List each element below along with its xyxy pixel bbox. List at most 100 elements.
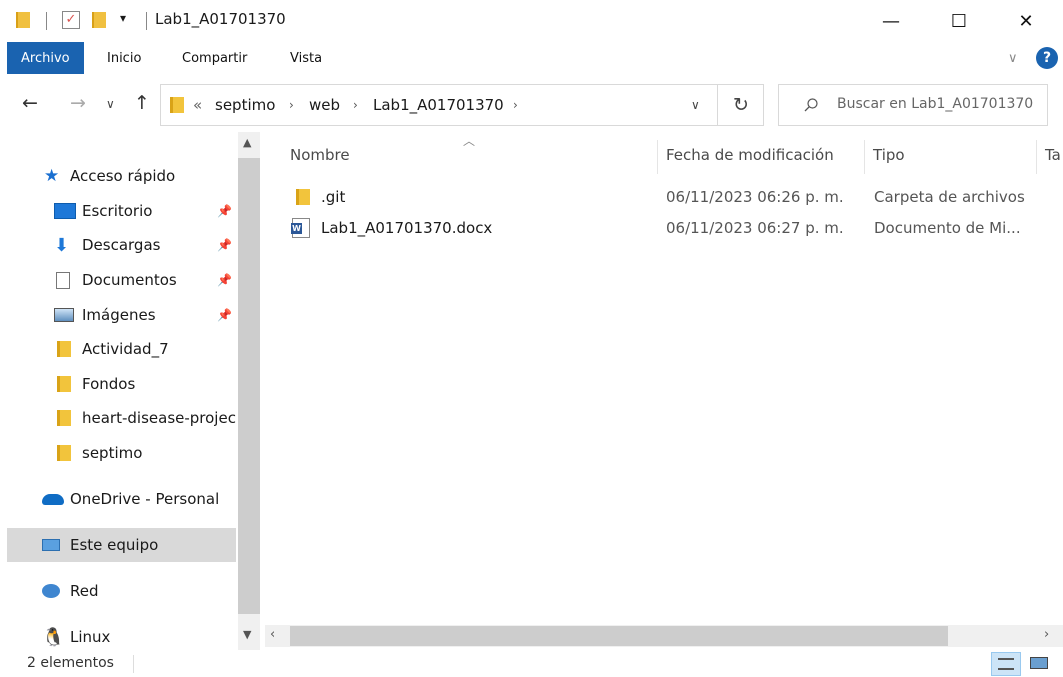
scroll-right-icon[interactable]: › [1044,627,1049,642]
sidebar-item-label: heart-disease-projec [82,409,236,427]
qat-dropdown-icon[interactable]: ▾ [120,11,126,25]
file-row[interactable]: .git 06/11/2023 06:26 p. m. Carpeta de a… [286,184,1063,212]
scroll-up-icon[interactable]: ▲ [243,136,251,149]
sidebar-item-label: Actividad_7 [82,340,169,358]
sidebar-item-este-equipo[interactable]: Este equipo [7,528,236,562]
column-divider[interactable] [864,140,865,174]
breadcrumb-overflow[interactable]: « [193,85,202,125]
sidebar-item-escritorio[interactable]: Escritorio 📌 [0,194,236,228]
column-divider[interactable] [657,140,658,174]
file-type: Documento de Mi... [874,219,1021,237]
sidebar-item-linux[interactable]: 🐧 Linux [0,620,236,654]
navigation-pane: ★ Acceso rápido Escritorio 📌 ⬇ Descargas… [0,132,236,650]
search-box[interactable]: Buscar en Lab1_A01701370 [778,84,1048,126]
sidebar-item-imagenes[interactable]: Imágenes 📌 [0,298,236,332]
back-button[interactable]: ← [22,92,38,114]
horizontal-scrollbar-thumb[interactable] [290,626,948,646]
download-icon: ⬇ [54,234,70,256]
new-folder-icon[interactable] [92,12,106,28]
sidebar-item-label: Fondos [82,375,136,393]
file-date: 06/11/2023 06:26 p. m. [666,188,844,206]
separator [133,655,134,673]
details-view-button[interactable] [991,652,1021,676]
breadcrumb-septimo[interactable]: septimo [215,85,275,125]
details-view-icon [998,658,1014,670]
folder-icon [57,341,71,357]
tab-inicio[interactable]: Inicio [107,42,141,74]
scroll-down-icon[interactable]: ▼ [243,628,251,641]
tab-compartir[interactable]: Compartir [182,42,247,74]
computer-icon [42,539,60,551]
sidebar-item-documentos[interactable]: Documentos 📌 [0,263,236,297]
pin-icon[interactable]: 📌 [217,273,232,287]
pin-icon[interactable]: 📌 [217,238,232,252]
sidebar-item-descargas[interactable]: ⬇ Descargas 📌 [0,228,236,262]
column-divider[interactable] [1036,140,1037,174]
breadcrumb-web[interactable]: web [309,85,340,125]
chevron-right-icon[interactable]: › [289,85,294,125]
ribbon-tabs: Archivo Inicio Compartir Vista ∨ ? [0,42,1063,74]
separator [46,12,47,30]
large-icons-view-button[interactable] [1028,654,1050,672]
sidebar-item-label: Red [70,582,99,600]
sidebar-item-label: Escritorio [82,202,153,220]
folder-icon [57,445,71,461]
sidebar-item-label: Acceso rápido [70,167,176,185]
search-icon [804,98,818,112]
folder-icon [170,97,184,113]
refresh-button[interactable]: ↻ [733,85,749,125]
sidebar-item-heart-disease-project[interactable]: heart-disease-projec [0,401,236,435]
close-button[interactable]: ✕ [1003,0,1049,42]
desktop-icon [54,203,76,219]
word-doc-icon: W [291,218,310,238]
sidebar-item-onedrive[interactable]: OneDrive - Personal [0,482,236,516]
sidebar-item-fondos[interactable]: Fondos [0,367,236,401]
sidebar-item-label: Linux [70,628,111,646]
properties-icon[interactable]: ✓ [62,11,80,29]
folder-icon [296,189,310,205]
tab-archivo[interactable]: Archivo [7,42,84,74]
linux-icon: 🐧 [42,626,65,648]
pin-icon[interactable]: 📌 [217,308,232,322]
column-header-type[interactable]: Tipo [873,140,905,170]
help-icon[interactable]: ? [1036,47,1058,69]
title-bar: ✓ ▾ Lab1_A01701370 — ☐ ✕ [0,0,1063,42]
sidebar-item-label: Descargas [82,236,161,254]
star-icon: ★ [44,166,60,186]
minimize-button[interactable]: — [868,0,914,42]
separator [717,85,718,125]
address-bar[interactable]: « septimo › web › Lab1_A01701370 › ∨ ↻ [160,84,764,126]
document-icon [56,271,70,289]
pictures-icon [54,308,74,322]
expand-ribbon-icon[interactable]: ∨ [1008,42,1018,74]
sidebar-item-acceso-rapido[interactable]: ★ Acceso rápido [0,159,236,193]
sidebar-item-label: Este equipo [70,536,159,554]
file-row[interactable]: W Lab1_A01701370.docx 06/11/2023 06:27 p… [286,215,1063,243]
window-title: Lab1_A01701370 [155,10,286,28]
maximize-button[interactable]: ☐ [936,0,982,42]
folder-icon [57,376,71,392]
sort-ascending-icon: ︿ [463,134,476,148]
vertical-scrollbar-thumb[interactable] [238,158,260,614]
sidebar-item-label: septimo [82,444,143,462]
file-date: 06/11/2023 06:27 p. m. [666,219,844,237]
breadcrumb-lab1[interactable]: Lab1_A01701370 [373,85,504,125]
address-dropdown-icon[interactable]: ∨ [691,85,700,125]
recent-locations-button[interactable]: ∨ [106,97,115,111]
separator [146,12,147,30]
tab-vista[interactable]: Vista [290,42,322,74]
scroll-left-icon[interactable]: ‹ [270,627,275,642]
up-button[interactable]: ↑ [134,92,150,114]
sidebar-item-red[interactable]: Red [0,574,236,608]
column-header-size[interactable]: Ta [1045,140,1061,170]
sidebar-item-label: OneDrive - Personal [70,490,220,508]
chevron-right-icon[interactable]: › [353,85,358,125]
column-header-name[interactable]: Nombre [290,140,350,170]
folder-icon [57,410,71,426]
pin-icon[interactable]: 📌 [217,204,232,218]
forward-button[interactable]: → [70,92,86,114]
column-header-date[interactable]: Fecha de modificación [666,140,834,170]
chevron-right-icon[interactable]: › [513,85,518,125]
sidebar-item-septimo[interactable]: septimo [0,436,236,470]
sidebar-item-actividad-7[interactable]: Actividad_7 [0,332,236,366]
